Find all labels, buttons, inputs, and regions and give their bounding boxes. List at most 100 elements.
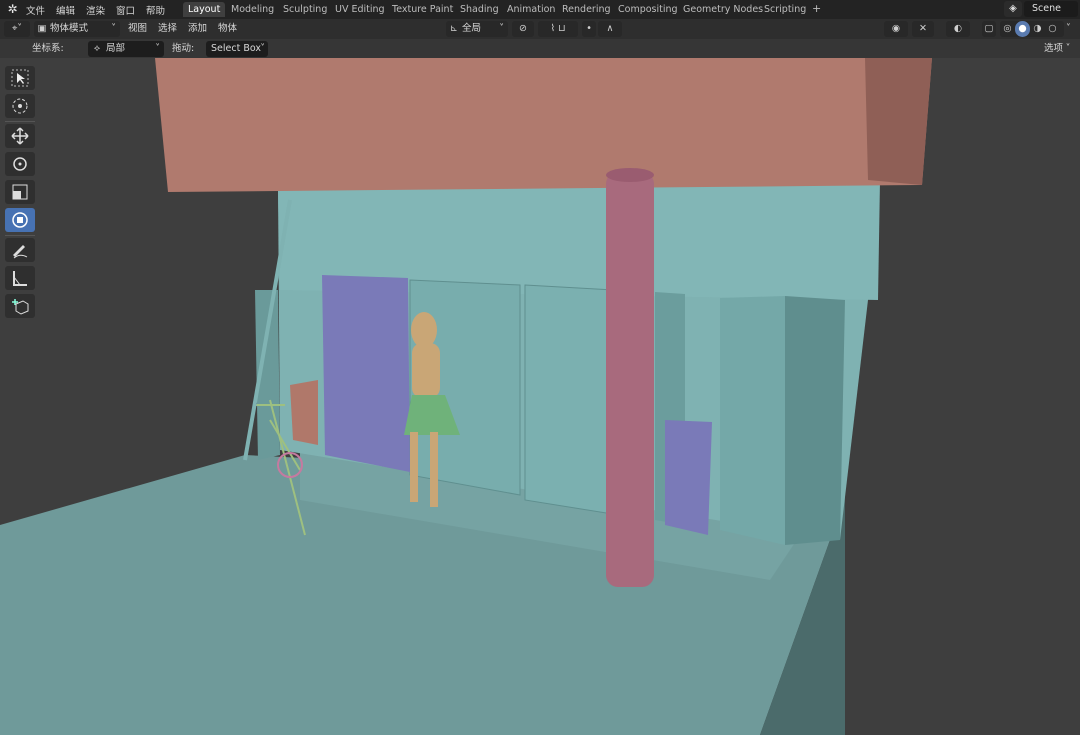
- orientation-label: 全局: [462, 23, 482, 34]
- snap-icon: ⌇ ⊔: [550, 23, 566, 34]
- drag-value: Select Box: [211, 43, 261, 54]
- tab-sculpting[interactable]: Sculpting: [278, 2, 332, 17]
- tab-modeling[interactable]: Modeling: [226, 2, 279, 17]
- solid-shading-icon[interactable]: ●: [1015, 21, 1030, 37]
- pivot-icon: ⊘: [519, 23, 527, 34]
- tab-geometry-nodes[interactable]: Geometry Nodes: [678, 2, 768, 17]
- scene-selector-icon[interactable]: ◈: [1004, 1, 1022, 17]
- menu-help[interactable]: 帮助: [146, 3, 165, 17]
- scale-tool[interactable]: [5, 180, 35, 204]
- xray-toggle[interactable]: ▢: [982, 21, 996, 37]
- editor-type-icon: ⌖˅: [11, 23, 23, 34]
- menu-add[interactable]: 添加: [188, 21, 207, 37]
- proportional-edit-toggle[interactable]: •: [582, 21, 596, 37]
- eye-icon: ◉: [891, 23, 901, 34]
- transform-icon: [12, 212, 28, 228]
- menu-window[interactable]: 窗口: [116, 3, 135, 17]
- material-shading-icon[interactable]: ◑: [1030, 21, 1045, 37]
- mode-label: 物体模式: [50, 23, 89, 34]
- rotate-icon: [13, 157, 27, 171]
- object-mode-icon: ▣: [37, 23, 47, 34]
- cursor-tool[interactable]: [5, 94, 35, 118]
- add-workspace-icon[interactable]: +: [812, 2, 821, 15]
- tool-separator: [5, 235, 35, 236]
- scene-render: [0, 58, 1080, 735]
- pillar-top: [606, 168, 654, 182]
- menu-edit[interactable]: 编辑: [56, 3, 75, 17]
- menu-object[interactable]: 物体: [218, 21, 237, 37]
- tab-texture-paint[interactable]: Texture Paint: [387, 2, 458, 17]
- falloff-curve-icon: ∧: [606, 23, 614, 34]
- wall-side: [785, 296, 845, 545]
- menu-render[interactable]: 渲染: [86, 3, 105, 17]
- scale-icon: [12, 184, 28, 200]
- purple-door-block: [322, 275, 410, 472]
- xray-icon: ▢: [984, 23, 994, 34]
- measure-tool[interactable]: [5, 266, 35, 290]
- 3d-viewport[interactable]: [0, 58, 1080, 735]
- tab-layout[interactable]: Layout: [183, 2, 226, 17]
- coordinate-system-label: 坐标系:: [32, 43, 64, 54]
- add-cube-icon: [12, 299, 29, 315]
- coordinate-system-value: 局部: [106, 43, 126, 54]
- overlay-toggle[interactable]: ◐: [946, 21, 970, 37]
- transform-orientation-dropdown[interactable]: ⊾ 全局 ˅: [446, 21, 508, 37]
- proportional-icon: •: [586, 23, 592, 34]
- drag-dropdown[interactable]: Select Box ˅: [206, 41, 268, 57]
- chevron-down-icon: ˅: [111, 23, 116, 34]
- overlay-icon: ◐: [953, 23, 963, 34]
- purple-small-block: [665, 420, 712, 535]
- pencil-icon: [13, 245, 28, 259]
- chevron-down-icon: ˅: [260, 43, 265, 54]
- tab-scripting[interactable]: Scripting: [759, 2, 811, 17]
- shading-mode-group: ◎ ● ◑ ○: [1000, 21, 1064, 37]
- tab-shading[interactable]: Shading: [455, 2, 504, 17]
- orientation-icon: ⊾: [450, 23, 458, 34]
- brown-box: [290, 380, 318, 445]
- gizmo-toggle[interactable]: ✕: [912, 21, 934, 37]
- options-label: 选项: [1044, 43, 1064, 54]
- tool-separator: [5, 121, 35, 122]
- menu-file[interactable]: 文件: [26, 3, 45, 17]
- top-menu-bar: ✲ 文件 编辑 渲染 窗口 帮助 Layout Modeling Sculpti…: [0, 0, 1080, 19]
- pivot-point-button[interactable]: ⊘: [512, 21, 534, 37]
- tab-compositing[interactable]: Compositing: [613, 2, 683, 17]
- 3d-cursor-icon: [12, 98, 28, 114]
- menu-view[interactable]: 视图: [128, 21, 147, 37]
- editor-type-button[interactable]: ⌖˅: [4, 21, 30, 37]
- tab-animation[interactable]: Animation: [502, 2, 560, 17]
- tab-uv-editing[interactable]: UV Editing: [330, 2, 390, 17]
- transform-tool[interactable]: [5, 208, 35, 232]
- local-axes-icon: ⟡: [93, 43, 101, 54]
- viewport-header: ⌖˅ ▣ 物体模式 ˅ 视图 选择 添加 物体 ⊾ 全局 ˅ ⊘ ⌇ ⊔ • ∧ ◉ ✕…: [0, 19, 1080, 39]
- scene-name-field[interactable]: Scene: [1024, 1, 1078, 17]
- snap-toggle[interactable]: ⌇ ⊔: [538, 21, 578, 37]
- annotate-tool[interactable]: [5, 238, 35, 262]
- tab-rendering[interactable]: Rendering: [557, 2, 616, 17]
- move-arrows-icon: [11, 127, 29, 145]
- blender-logo-icon[interactable]: ✲: [5, 2, 20, 17]
- wireframe-shading-icon[interactable]: ◎: [1000, 21, 1015, 37]
- falloff-dropdown[interactable]: ∧: [598, 21, 622, 37]
- chevron-down-icon: ˅: [499, 23, 504, 34]
- rotate-tool[interactable]: [5, 152, 35, 176]
- pillar: [606, 172, 654, 587]
- add-cube-tool[interactable]: [5, 294, 35, 318]
- tool-settings-bar: 坐标系: ⟡ 局部 ˅ 拖动: Select Box ˅ 选项 ˅: [0, 39, 1080, 58]
- mode-dropdown[interactable]: ▣ 物体模式 ˅: [34, 21, 120, 37]
- ceiling-side: [865, 58, 932, 185]
- shading-options-dropdown[interactable]: ˅: [1066, 21, 1078, 37]
- coordinate-system-dropdown[interactable]: ⟡ 局部 ˅: [88, 41, 164, 57]
- menu-select[interactable]: 选择: [158, 21, 177, 37]
- ceiling-slab: [155, 58, 932, 192]
- chevron-down-icon: ˅: [155, 43, 160, 54]
- ruler-icon: [13, 271, 27, 286]
- move-tool[interactable]: [5, 124, 35, 148]
- select-box-tool[interactable]: [5, 66, 35, 90]
- chevron-down-icon: ˅: [1065, 43, 1071, 54]
- gizmo-icon: ✕: [919, 23, 927, 34]
- chevron-down-icon: ˅: [1066, 23, 1071, 34]
- options-dropdown[interactable]: 选项 ˅: [1044, 41, 1078, 57]
- rendered-shading-icon[interactable]: ○: [1045, 21, 1060, 37]
- visibility-dropdown[interactable]: ◉: [884, 21, 908, 37]
